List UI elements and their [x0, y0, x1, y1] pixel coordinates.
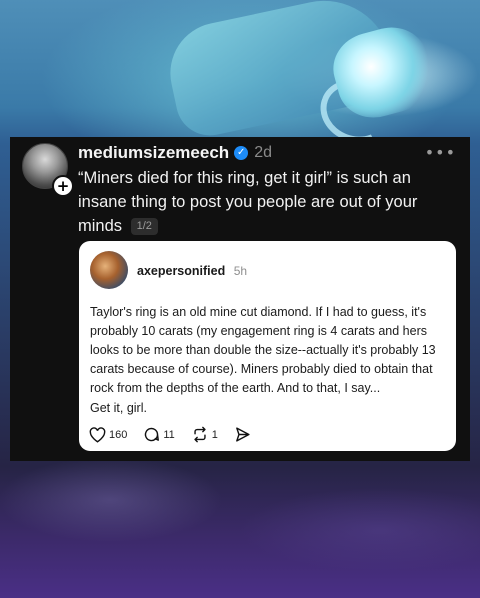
more-horizontal-icon[interactable]: •••	[425, 143, 456, 162]
post-header: mediumsizemeech ✓ 2d	[78, 143, 272, 163]
quoted-username[interactable]: axepersonified	[137, 264, 225, 278]
action-bar: 160 11 1	[89, 426, 267, 443]
like-button[interactable]: 160	[89, 426, 128, 443]
quoted-header: axepersonified 5h	[137, 262, 247, 280]
post-text: “Miners died for this ring, get it girl”…	[78, 166, 450, 238]
like-count: 160	[109, 428, 128, 441]
post-time: 2d	[254, 144, 272, 161]
comment-icon	[145, 427, 160, 442]
quoted-post-card[interactable]: axepersonified 5h Taylor's ring is an ol…	[79, 241, 456, 451]
quoted-avatar[interactable]	[90, 251, 128, 289]
reply-count: 11	[163, 428, 175, 441]
repost-icon	[194, 426, 206, 443]
verified-badge-icon: ✓	[234, 146, 249, 160]
repost-count: 1	[211, 428, 218, 441]
threads-post: + mediumsizemeech ✓ 2d ••• “Miners died …	[10, 137, 470, 461]
heart-icon	[89, 426, 106, 443]
background-blur	[0, 460, 480, 598]
follow-plus-icon[interactable]: +	[52, 175, 74, 197]
quoted-closing: Get it, girl.	[90, 401, 147, 415]
repost-button[interactable]: 1	[191, 426, 218, 443]
username[interactable]: mediumsizemeech	[78, 143, 229, 163]
send-icon	[236, 427, 250, 442]
reply-button[interactable]: 11	[143, 426, 175, 443]
post-body: “Miners died for this ring, get it girl”…	[78, 169, 418, 235]
quoted-body: Taylor's ring is an old mine cut diamond…	[90, 305, 436, 395]
quoted-time: 5h	[233, 264, 248, 278]
page-indicator: 1/2	[130, 218, 158, 235]
share-button[interactable]	[234, 426, 251, 443]
